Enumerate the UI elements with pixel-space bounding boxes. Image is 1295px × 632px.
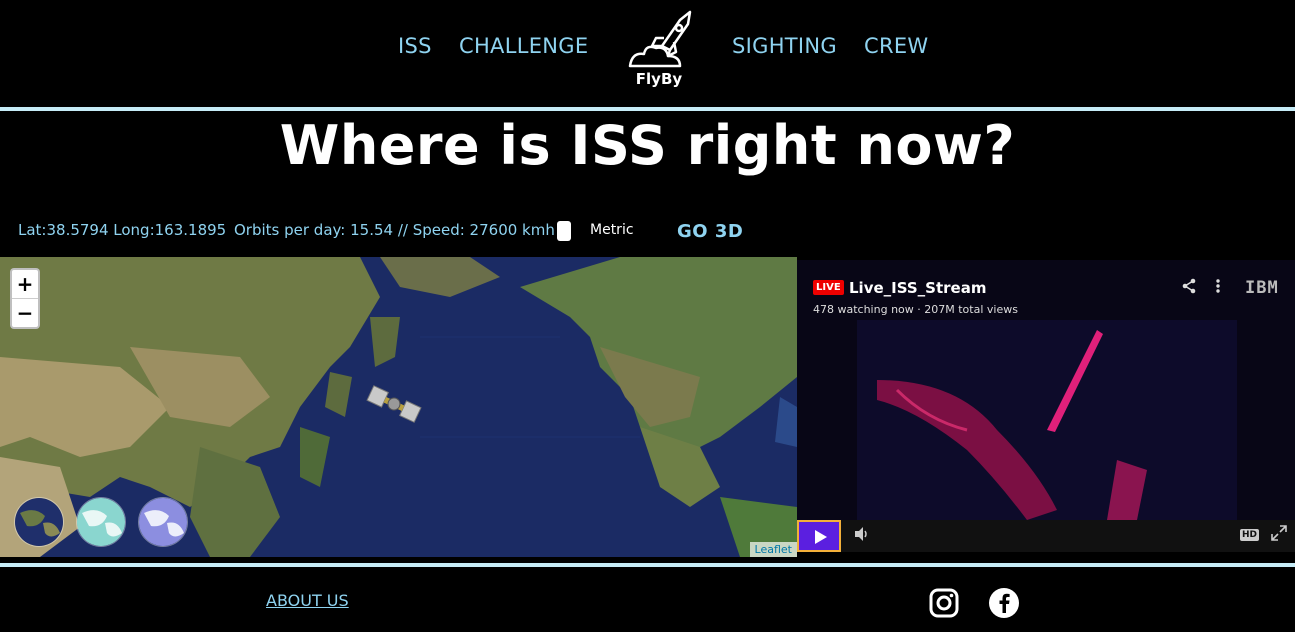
facebook-icon[interactable] — [988, 587, 1020, 619]
share-icon[interactable] — [1181, 278, 1197, 298]
more-icon[interactable] — [1214, 278, 1222, 298]
top-nav: ISS CHALLENGE FlyBy SIGHTING CREW — [0, 0, 1295, 107]
ibm-logo: IBM — [1245, 278, 1279, 298]
stream-stats: 478 watching now · 207M total views — [813, 303, 1018, 316]
zoom-control: + − — [10, 268, 40, 329]
go-3d-button[interactable]: GO 3D — [677, 221, 743, 242]
layer-teal-button[interactable] — [76, 497, 126, 547]
stream-title[interactable]: Live_ISS_Stream — [849, 279, 986, 297]
play-button[interactable] — [797, 520, 841, 552]
unit-toggle[interactable] — [557, 221, 571, 241]
page-title: Where is ISS right now? — [279, 114, 1016, 177]
unit-label: Metric — [590, 222, 634, 238]
player-controls: HD — [797, 520, 1295, 552]
stream-frame — [797, 260, 1295, 520]
iss-orbit-speed: Orbits per day: 15.54 // Speed: 27600 km… — [234, 221, 555, 239]
divider-top — [0, 107, 1295, 111]
zoom-out-button[interactable]: − — [12, 299, 38, 328]
nav-challenge[interactable]: CHALLENGE — [459, 34, 588, 58]
live-stream-player[interactable]: LIVE Live_ISS_Stream 478 watching now · … — [797, 260, 1295, 552]
satellite-globe-icon — [15, 498, 63, 546]
logo[interactable]: FlyBy — [622, 8, 696, 92]
layer-satellite-button[interactable] — [14, 497, 64, 547]
about-us-link[interactable]: ABOUT US — [266, 591, 349, 610]
nav-sighting[interactable]: SIGHTING — [732, 34, 837, 58]
live-badge: LIVE — [813, 280, 844, 295]
logo-text: FlyBy — [635, 70, 683, 88]
purple-globe-icon — [139, 498, 187, 546]
zoom-in-button[interactable]: + — [12, 270, 38, 299]
nav-iss[interactable]: ISS — [398, 34, 432, 58]
rocket-logo-icon — [628, 10, 692, 68]
teal-globe-icon — [77, 498, 125, 546]
iss-satellite-icon[interactable] — [364, 376, 424, 432]
instagram-icon[interactable] — [928, 587, 960, 619]
divider-bottom — [0, 563, 1295, 567]
leaflet-attribution[interactable]: Leaflet — [749, 542, 797, 557]
hd-quality-button[interactable]: HD — [1240, 529, 1260, 541]
volume-icon[interactable] — [853, 526, 871, 546]
iss-coordinates: Lat:38.5794 Long:163.1895 — [18, 221, 227, 239]
fullscreen-icon[interactable] — [1271, 525, 1287, 545]
nav-crew[interactable]: CREW — [864, 34, 929, 58]
iss-map[interactable]: + − Leaflet — [0, 257, 797, 557]
layer-purple-button[interactable] — [138, 497, 188, 547]
